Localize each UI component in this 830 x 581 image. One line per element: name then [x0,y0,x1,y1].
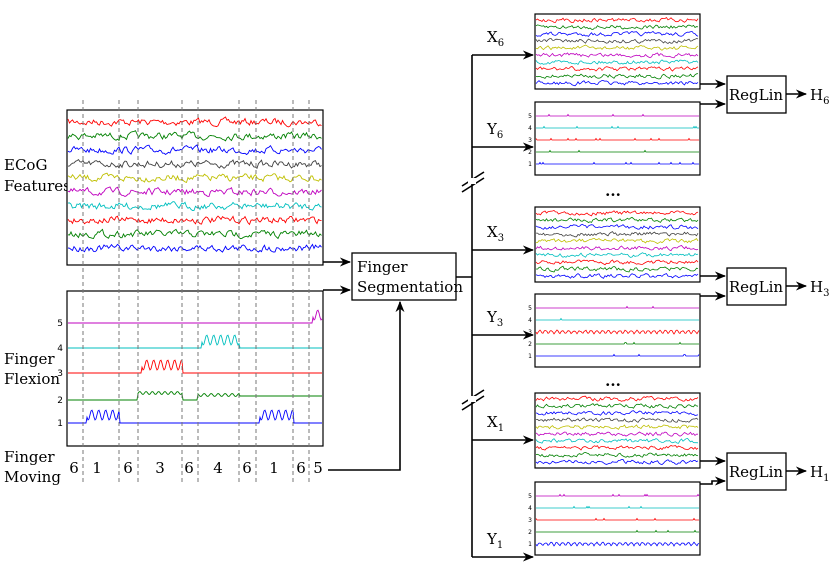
y-tick-label: 2 [528,529,532,536]
branch-finger-6: X6 Y6 1 2 3 4 5 RegLin H6 [472,13,829,176]
y-tick-label: 3 [528,517,532,524]
y-tick-label: 2 [528,149,532,156]
output-label: H1 [810,463,829,484]
y-subscript: 3 [497,318,503,329]
moving-finger-label: 6 [296,459,306,477]
x-subscript: 1 [498,423,504,434]
y-tick-label: 5 [528,305,532,312]
branch-finger-3: X3 Y3 1 2 3 4 5 RegLin H3 [472,206,829,368]
finger-flexion-label: Finger Flexion [4,350,60,388]
ellipsis: ... [605,372,621,390]
moving-finger-label: 1 [269,459,279,477]
moving-finger-label: 1 [92,459,102,477]
flexion-tick-label: 1 [57,419,63,429]
y-label: Y6 [486,120,503,141]
y-tick-label: 1 [528,161,532,168]
y-tick-label: 3 [528,137,532,144]
y-tick-label: 1 [528,541,532,548]
y-tick-label: 4 [528,505,532,512]
finger-moving-sequence: 6163646165 [69,459,323,477]
output-subscript: 1 [823,473,829,484]
moving-finger-label: 6 [69,459,79,477]
moving-finger-label: 6 [184,459,194,477]
y-subscript: 1 [497,540,503,551]
segmentation-trunk [456,55,473,557]
y-tick-label: 4 [528,317,532,324]
moving-finger-label: 6 [123,459,133,477]
y-label: Y1 [486,530,503,551]
output-label: H6 [810,86,829,107]
ecog-plot-frame [66,109,324,266]
moving-finger-label: 3 [155,459,165,477]
output-subscript: 6 [823,96,829,107]
moving-finger-label: 5 [313,459,323,477]
flexion-tick-label: 2 [57,396,63,406]
branch-finger-1: X1Y1 12345RegLin H1 [472,392,829,562]
output-subscript: 3 [823,288,829,299]
axis-break-gap [468,178,476,184]
ecog-features-label: ECoG Features [4,156,71,195]
x-label: X3 [487,223,504,244]
x-features-plot [534,13,701,90]
output-label: H3 [810,278,829,299]
moving-finger-label: 6 [242,459,252,477]
ecog-finger-segmentation-diagram: ECoG Features Finger Flexion Finger Moving … [4,13,829,562]
flexion-tick-label: 4 [57,344,63,354]
axis-break-gap [468,396,476,402]
x-subscript: 6 [498,38,504,49]
y-tick-label: 2 [528,341,532,348]
y-tick-label: 5 [528,113,532,120]
reglin-label: RegLin [729,278,784,296]
moving-to-segmentation-arrow [328,300,405,471]
y-label: Y3 [486,308,503,329]
moving-finger-label: 4 [213,459,223,477]
connector-arrows [323,55,473,557]
x-features-plot [534,206,701,283]
x-label: X1 [487,413,504,434]
y-subscript: 6 [497,130,503,141]
ecog-features-plot [66,109,324,266]
reglin-label: RegLin [729,86,784,104]
y-tick-label: 4 [528,125,532,132]
ellipsis: ... [605,182,621,200]
flexion-tick-label: 3 [57,369,63,379]
y-to-reglin-arrow [700,476,727,486]
reglin-label: RegLin [729,463,784,481]
x-label: X6 [487,28,504,49]
y-tick-label: 3 [528,329,532,336]
y-tick-label: 1 [528,353,532,360]
finger-moving-label: Finger Moving [4,448,61,486]
flexion-tick-label: 5 [57,319,63,329]
y-tick-label: 5 [528,493,532,500]
per-finger-branches: X6Y612345RegLin H6X3Y312345RegLin H3X1Y1 12… [461,13,829,562]
finger-flexion-plot: 1 2 3 4 5 [57,290,324,447]
x-subscript: 3 [498,233,504,244]
